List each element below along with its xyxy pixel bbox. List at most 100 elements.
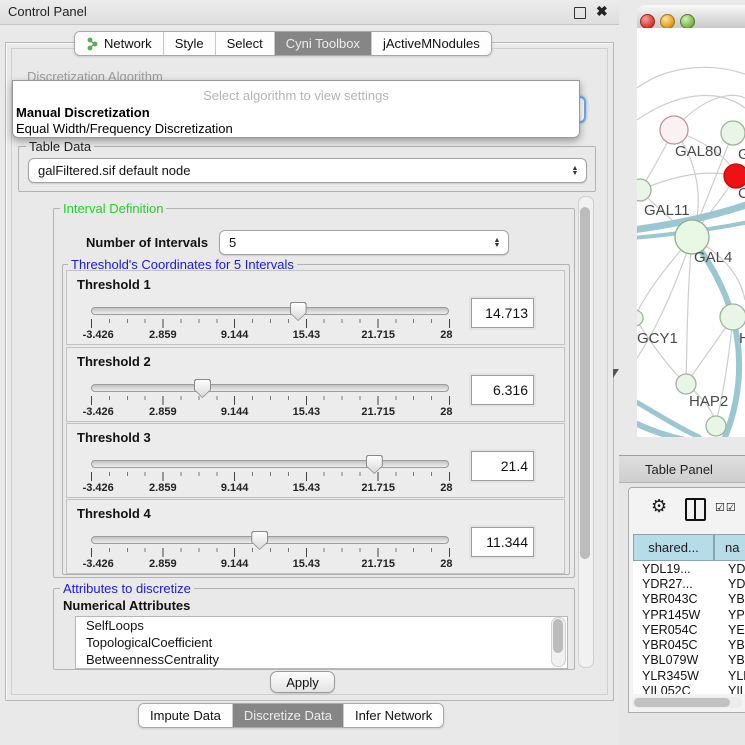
- threshold-2-value-field[interactable]: 6.316: [471, 375, 534, 405]
- gear-icon[interactable]: ⚙: [651, 496, 667, 517]
- tab-network[interactable]: Network: [75, 32, 164, 55]
- table-row[interactable]: YDL19...YDL1: [633, 561, 745, 576]
- tab-discretize-data[interactable]: Discretize Data: [233, 704, 344, 727]
- table-data-group-label: Table Data: [26, 140, 94, 153]
- table-row[interactable]: YER054CYER0: [633, 622, 745, 637]
- settings-vertical-scrollbar[interactable]: [578, 196, 594, 668]
- num-intervals-label: Number of Intervals: [86, 235, 208, 250]
- algorithm-dropdown-hint: Select algorithm to view settings: [13, 88, 579, 103]
- threshold-3-slider-thumb[interactable]: [366, 455, 383, 474]
- network-window-titlebar[interactable]: [637, 5, 745, 29]
- column-header-name[interactable]: na: [714, 534, 745, 561]
- node-gcy1[interactable]: [637, 310, 643, 326]
- threshold-2-slider-thumb[interactable]: [194, 379, 211, 398]
- cyni-bottom-tabs: Impute Data Discretize Data Infer Networ…: [138, 703, 444, 728]
- table-row[interactable]: YBR045CYBR0: [633, 637, 745, 652]
- close-traffic-light-icon[interactable]: [640, 14, 655, 29]
- column-header-shared-name[interactable]: shared...: [633, 534, 714, 561]
- table-horizontal-scrollbar[interactable]: [632, 697, 742, 708]
- threshold-2-slider[interactable]: [91, 384, 449, 392]
- threshold-3-value-field[interactable]: 21.4: [471, 451, 534, 481]
- num-intervals-combobox[interactable]: 5 ▲▼: [219, 230, 509, 255]
- list-item[interactable]: TopologicalCoefficient: [76, 634, 567, 651]
- table-body: YDL19...YDL1 YDR27...YDR2 YBR043CYBR0 YP…: [633, 561, 745, 694]
- node-label: HAP2: [689, 393, 728, 410]
- minimize-traffic-light-icon[interactable]: [660, 14, 675, 29]
- attributes-list-scrollbar[interactable]: [551, 617, 566, 667]
- node-bottom[interactable]: [706, 416, 726, 436]
- node-label: GAL11: [644, 202, 690, 219]
- table-row[interactable]: YPR145WYPR1: [633, 607, 745, 622]
- threshold-2-panel: Threshold 2 -3.426 2.859 9.144 15.43 21.…: [66, 347, 565, 422]
- table-row[interactable]: YDR27...YDR2: [633, 576, 745, 591]
- threshold-1-panel: Threshold 1 -3.426 2.859 9.144 15.43 21.…: [66, 270, 565, 345]
- zoom-traffic-light-icon[interactable]: [680, 14, 695, 29]
- tab-style[interactable]: Style: [164, 32, 216, 55]
- tab-infer-network[interactable]: Infer Network: [344, 704, 443, 727]
- slider-ticks: [91, 319, 450, 328]
- list-item[interactable]: SelfLoops: [76, 617, 567, 634]
- numerical-attributes-heading: Numerical Attributes: [63, 598, 190, 613]
- tab-cyni-toolbox[interactable]: Cyni Toolbox: [275, 32, 372, 55]
- threshold-4-slider-thumb[interactable]: [251, 531, 268, 550]
- apply-button[interactable]: Apply: [270, 671, 335, 693]
- numerical-attributes-list[interactable]: SelfLoops TopologicalCoefficient Between…: [75, 616, 568, 669]
- slider-tick-labels: -3.426 2.859 9.144 15.43 21.715 28: [91, 329, 450, 340]
- list-item[interactable]: BetweennessCentrality: [76, 651, 567, 668]
- tab-network-label: Network: [104, 36, 152, 51]
- node-label: GCY1: [637, 330, 678, 347]
- threshold-1-value-field[interactable]: 14.713: [471, 298, 534, 328]
- combo-stepper-icon: ▲▼: [568, 166, 582, 176]
- threshold-3-slider[interactable]: [91, 460, 449, 468]
- screen: Control Panel ✖ Network Style Select Cyn…: [0, 0, 745, 745]
- close-icon[interactable]: ✖: [596, 3, 608, 20]
- table-row[interactable]: YIL052CYIL0: [633, 683, 745, 694]
- node-left[interactable]: [637, 179, 651, 201]
- node-label: GAL80: [675, 143, 722, 160]
- threshold-4-slider[interactable]: [91, 536, 449, 544]
- slider-tick-labels: -3.426 2.859 9.144 15.43 21.715 28: [91, 482, 450, 493]
- algorithm-option-equal-width[interactable]: Equal Width/Frequency Discretization: [16, 121, 233, 136]
- tab-impute-data[interactable]: Impute Data: [139, 704, 233, 727]
- table-panel: ⚙ ☑☑ shared... na YDL19...YDL1 YDR27...Y…: [628, 487, 745, 713]
- threshold-1-slider-thumb[interactable]: [290, 302, 307, 321]
- node-top-right[interactable]: [721, 121, 745, 145]
- threshold-4-value-field[interactable]: 11.344: [471, 527, 534, 557]
- table-data-value: galFiltered.sif default node: [29, 163, 568, 178]
- node-hap2[interactable]: [676, 374, 696, 394]
- table-row[interactable]: YBR043CYBR0: [633, 592, 745, 607]
- table-row[interactable]: YBL079WYBL0: [633, 653, 745, 668]
- slider-ticks: [91, 396, 450, 405]
- select-columns-checkboxes-icon[interactable]: ☑☑: [715, 501, 737, 514]
- table-data-combobox[interactable]: galFiltered.sif default node ▲▼: [28, 158, 587, 183]
- threshold-1-label: Threshold 1: [77, 277, 151, 292]
- algorithm-dropdown-popup: Select algorithm to view settings Manual…: [12, 80, 580, 138]
- attributes-list-scrollbar-thumb[interactable]: [553, 619, 563, 653]
- table-row[interactable]: YLR345WYLR3: [633, 668, 745, 683]
- tab-jactivemnodules[interactable]: jActiveMNodules: [372, 32, 491, 55]
- node-label: C: [738, 185, 745, 202]
- settings-vertical-scrollbar-thumb[interactable]: [580, 207, 590, 559]
- table-panel-title: Table Panel: [645, 462, 713, 477]
- network-view-canvas[interactable]: GAL80 GA C GAL11 GAL4 GCY1 H HAP2: [637, 28, 745, 437]
- node-gal80[interactable]: [660, 116, 688, 144]
- slider-tick-labels: -3.426 2.859 9.144 15.43 21.715 28: [91, 406, 450, 417]
- mouse-cursor: [613, 369, 619, 378]
- tab-select[interactable]: Select: [216, 32, 275, 55]
- node-right[interactable]: [720, 304, 745, 330]
- threshold-1-slider[interactable]: [91, 307, 449, 315]
- control-panel-tabs: Network Style Select Cyni Toolbox jActiv…: [74, 31, 492, 56]
- num-intervals-value: 5: [220, 235, 490, 250]
- combo-stepper-icon: ▲▼: [490, 238, 504, 248]
- node-label: GA: [738, 146, 745, 163]
- columns-icon[interactable]: [685, 498, 706, 521]
- attributes-group-label: Attributes to discretize: [60, 582, 194, 595]
- float-window-icon[interactable]: [574, 7, 586, 19]
- control-panel-titlebar: Control Panel ✖: [0, 0, 619, 25]
- node-label: H: [739, 330, 745, 347]
- network-icon: [86, 37, 99, 51]
- table-horizontal-scrollbar-thumb[interactable]: [634, 698, 730, 707]
- slider-ticks: [91, 548, 450, 557]
- node-label: GAL4: [694, 249, 732, 266]
- algorithm-option-manual[interactable]: Manual Discretization: [16, 105, 150, 120]
